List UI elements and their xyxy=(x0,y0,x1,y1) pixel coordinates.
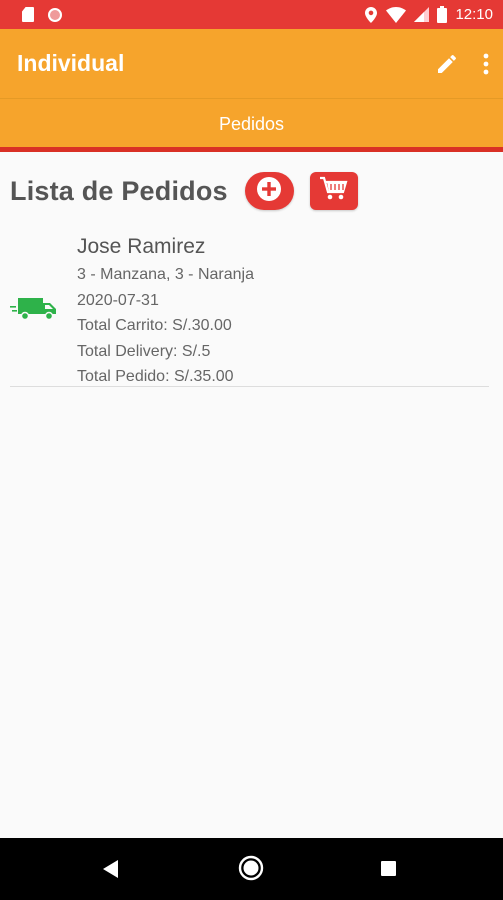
order-total-cart: Total Carrito: S/.30.00 xyxy=(77,317,232,334)
sd-card-icon xyxy=(22,7,34,22)
order-customer-name: Jose Ramirez xyxy=(77,235,206,258)
order-total-delivery: Total Delivery: S/.5 xyxy=(77,342,211,360)
truck-icon xyxy=(10,296,58,327)
add-circle-icon xyxy=(256,176,282,207)
edit-icon[interactable] xyxy=(435,52,459,76)
shopping-cart-icon xyxy=(319,176,349,207)
order-total: Total Pedido: S/.35.00 xyxy=(77,368,234,385)
cart-button[interactable] xyxy=(309,172,358,210)
add-order-button[interactable] xyxy=(244,172,294,210)
list-header: Lista de Pedidos xyxy=(10,172,358,210)
app-bar: Individual xyxy=(0,29,503,98)
back-icon[interactable] xyxy=(103,860,119,883)
app-title: Individual xyxy=(17,50,125,76)
record-icon xyxy=(48,7,62,22)
status-bar: 12:10 xyxy=(0,0,503,29)
system-nav-bar xyxy=(0,838,503,900)
wifi-icon xyxy=(386,6,407,23)
status-time: 12:10 xyxy=(455,6,493,23)
list-title: Lista de Pedidos xyxy=(10,175,228,206)
status-right: 12:10 xyxy=(364,6,493,23)
status-left xyxy=(22,7,62,22)
order-details: Jose Ramirez 3 - Manzana, 3 - Naranja 20… xyxy=(77,232,254,390)
order-date: 2020-07-31 xyxy=(77,291,159,309)
recents-icon[interactable] xyxy=(381,861,396,876)
home-icon[interactable] xyxy=(238,855,264,886)
list-item[interactable]: Jose Ramirez 3 - Manzana, 3 - Naranja 20… xyxy=(10,232,489,387)
location-icon xyxy=(364,6,378,23)
battery-icon xyxy=(437,6,448,23)
order-items: 3 - Manzana, 3 - Naranja xyxy=(77,266,254,283)
main-content: Lista de Pedidos Jose Ramirez 3 - Manzan… xyxy=(0,152,503,838)
tab-pedidos[interactable]: Pedidos xyxy=(219,114,284,135)
tab-bar: Pedidos xyxy=(0,98,503,150)
app-actions xyxy=(435,52,489,76)
more-vert-icon[interactable] xyxy=(483,53,489,75)
signal-icon xyxy=(414,7,430,22)
